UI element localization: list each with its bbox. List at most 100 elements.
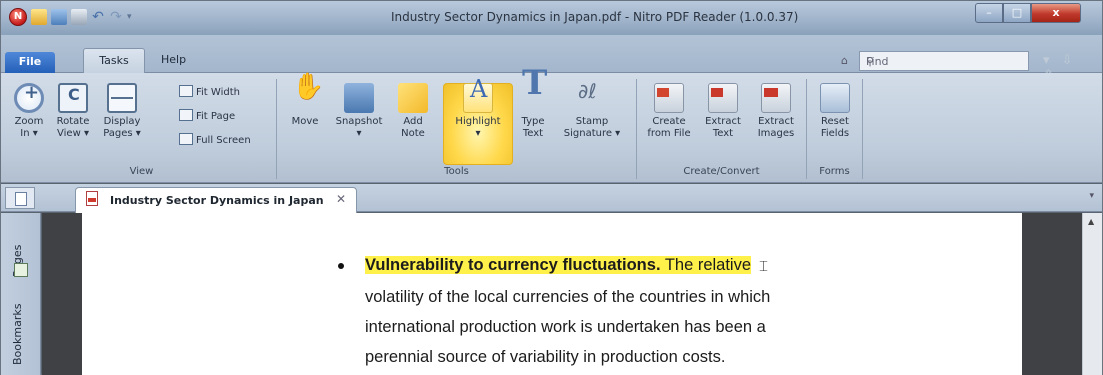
highlighted-heading[interactable]: Vulnerability to currency fluctuations. <box>365 256 661 274</box>
display-pages-label: Display Pages ▾ <box>103 116 141 139</box>
sidebar-toggle-icon[interactable] <box>5 187 35 209</box>
rotate-view-label: Rotate View ▾ <box>56 116 90 139</box>
highlight-icon <box>463 83 493 113</box>
group-create-convert: Create from File Extract Text Extract Im… <box>637 79 807 179</box>
create-pdf-icon <box>654 83 684 113</box>
group-label-create-convert: Create/Convert <box>683 166 760 177</box>
paragraph-line[interactable]: perennial source of variability in produ… <box>365 348 725 366</box>
tab-help[interactable]: Help <box>161 53 186 66</box>
hand-icon <box>290 81 324 113</box>
snapshot-button[interactable]: Snapshot ▾ <box>329 83 389 140</box>
highlighted-text[interactable]: The relative <box>660 256 752 274</box>
fit-page-label: Fit Page <box>196 111 236 122</box>
extract-text-icon <box>708 83 738 113</box>
document-viewport[interactable]: Vulnerability to currency fluctuations. … <box>42 213 1082 375</box>
group-tools: Move Snapshot ▾ Add Note Highlight ▾ Typ… <box>277 77 637 179</box>
add-note-button[interactable]: Add Note <box>391 83 435 140</box>
tab-tasks[interactable]: Tasks <box>83 48 145 73</box>
highlight-label: Highlight ▾ <box>455 116 501 139</box>
display-pages-button[interactable]: Display Pages ▾ <box>99 83 145 140</box>
open-folder-icon[interactable] <box>31 9 47 25</box>
create-from-file-button[interactable]: Create from File <box>641 83 697 140</box>
bullet-icon <box>336 261 346 271</box>
display-pages-icon <box>107 83 137 113</box>
rotate-icon <box>58 83 88 113</box>
type-text-label: Type Text <box>521 116 545 139</box>
quick-access-toolbar: N ↶ ↷ ▾ <box>9 8 137 26</box>
ribbon: Zoom In ▾ Rotate View ▾ Display Pages ▾ … <box>1 73 1102 183</box>
maximize-button[interactable]: □ <box>1003 3 1031 23</box>
zoom-in-label: Zoom In ▾ <box>14 116 44 139</box>
side-panel: Pages Bookmarks <box>1 213 41 375</box>
paragraph[interactable]: Vulnerability to currency fluctuations. … <box>365 250 885 372</box>
extract-images-icon <box>761 83 791 113</box>
stamp-signature-button[interactable]: Stamp Signature ▾ <box>557 83 627 140</box>
camera-icon <box>344 83 374 113</box>
pdf-page[interactable]: Vulnerability to currency fluctuations. … <box>82 213 1022 375</box>
search-icon[interactable]: ⚲ <box>866 55 1024 68</box>
side-tab-bookmarks[interactable]: Bookmarks <box>11 304 24 365</box>
move-label: Move <box>291 116 319 127</box>
add-note-label: Add Note <box>401 116 425 139</box>
vertical-scrollbar[interactable]: ▲ <box>1082 213 1102 375</box>
reset-fields-label: Reset Fields <box>820 116 850 139</box>
group-label-forms: Forms <box>819 166 850 177</box>
paragraph-line[interactable]: international production work is underta… <box>365 318 766 336</box>
tab-list-dropdown-icon[interactable]: ▾ <box>1089 191 1094 201</box>
qat-dropdown-icon[interactable]: ▾ <box>127 9 137 25</box>
redo-icon[interactable]: ↷ <box>109 9 123 25</box>
find-bar: ⌂ Find ⚲ <box>829 51 1039 71</box>
minimize-button[interactable]: – <box>975 3 1003 23</box>
extract-images-button[interactable]: Extract Images <box>749 83 803 140</box>
document-tab-strip: Industry Sector Dynamics in Japan ✕ ▾ <box>1 184 1102 213</box>
close-button[interactable]: x <box>1031 3 1081 23</box>
app-window: N ↶ ↷ ▾ Industry Sector Dynamics in Japa… <box>0 0 1103 375</box>
group-forms: Reset Fields Forms <box>807 79 863 179</box>
snapshot-label: Snapshot ▾ <box>335 116 383 139</box>
fit-width-label: Fit Width <box>196 87 240 98</box>
undo-icon[interactable]: ↶ <box>91 9 105 25</box>
group-label-view: View <box>129 166 154 177</box>
signature-icon <box>577 83 607 113</box>
full-screen-icon <box>179 133 193 145</box>
type-text-button[interactable]: Type Text <box>513 77 553 140</box>
tab-file[interactable]: File <box>5 52 55 73</box>
rotate-view-button[interactable]: Rotate View ▾ <box>51 83 95 140</box>
title-bar: N ↶ ↷ ▾ Industry Sector Dynamics in Japa… <box>1 1 1102 35</box>
reset-fields-button[interactable]: Reset Fields <box>811 83 859 140</box>
zoom-in-button[interactable]: Zoom In ▾ <box>9 83 49 140</box>
sticky-note-icon <box>398 83 428 113</box>
full-screen-button[interactable]: Full Screen <box>179 133 251 146</box>
extract-images-label: Extract Images <box>757 116 795 139</box>
reset-fields-icon <box>820 83 850 113</box>
group-label-tools: Tools <box>444 166 469 177</box>
extract-text-label: Extract Text <box>705 116 741 139</box>
move-button[interactable]: Move <box>283 81 327 128</box>
group-view: Zoom In ▾ Rotate View ▾ Display Pages ▾ … <box>7 79 277 179</box>
fit-width-button[interactable]: Fit Width <box>179 85 240 98</box>
ribbon-tab-row: File Tasks Help ⌂ Find ⚲ ▾ ⇩ ⇧ <box>1 35 1102 83</box>
full-screen-label: Full Screen <box>196 135 251 146</box>
fit-page-button[interactable]: Fit Page <box>179 109 235 122</box>
zoom-icon <box>14 83 44 113</box>
document-tab-title: Industry Sector Dynamics in Japan <box>110 194 324 207</box>
paragraph-line[interactable]: volatility of the local currencies of th… <box>365 288 770 306</box>
nitro-logo-icon[interactable]: N <box>9 8 27 26</box>
print-icon[interactable] <box>71 9 87 25</box>
window-title: Industry Sector Dynamics in Japan.pdf - … <box>391 10 799 24</box>
scroll-up-icon[interactable]: ▲ <box>1088 217 1094 226</box>
fit-width-icon <box>179 85 193 97</box>
stamp-signature-label: Stamp Signature ▾ <box>563 116 621 139</box>
home-icon[interactable]: ⌂ <box>841 54 848 67</box>
find-input[interactable]: Find ⚲ <box>859 51 1029 71</box>
type-text-icon <box>518 77 548 113</box>
save-icon[interactable] <box>51 9 67 25</box>
extract-text-button[interactable]: Extract Text <box>699 83 747 140</box>
create-from-file-label: Create from File <box>647 116 691 139</box>
close-tab-icon[interactable]: ✕ <box>336 192 346 206</box>
bookmark-icon[interactable] <box>14 263 28 277</box>
document-tab[interactable]: Industry Sector Dynamics in Japan ✕ <box>75 187 357 213</box>
text-cursor-icon: ⌶ <box>759 258 769 275</box>
highlight-button[interactable]: Highlight ▾ <box>445 83 511 140</box>
fit-page-icon <box>179 109 193 121</box>
